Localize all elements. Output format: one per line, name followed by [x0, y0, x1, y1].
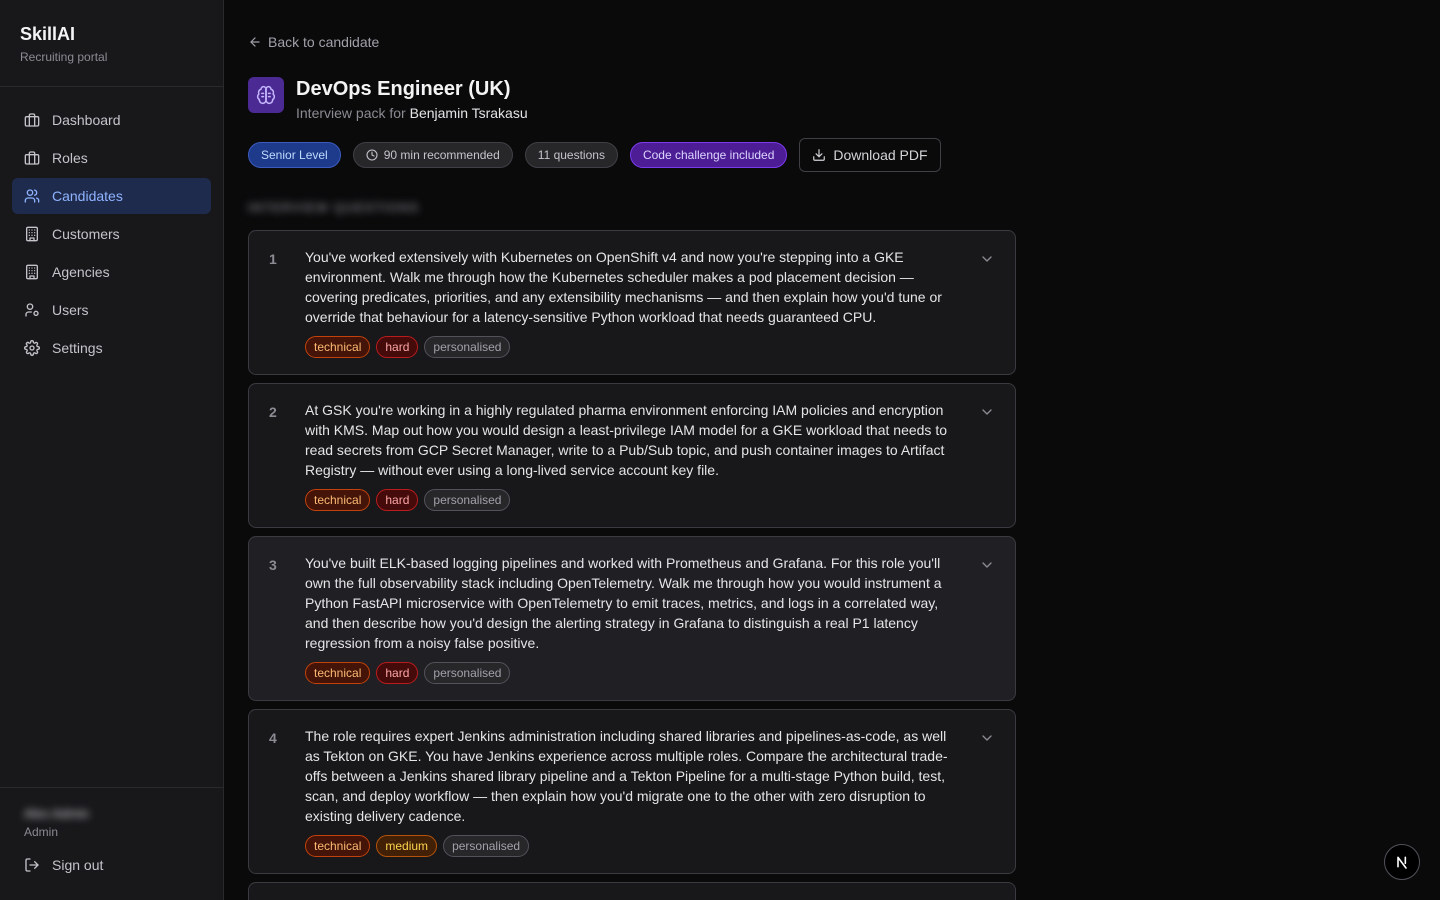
- sign-out-button[interactable]: Sign out: [24, 857, 199, 873]
- section-title: INTERVIEW QUESTIONS: [248, 200, 420, 215]
- brand-subtitle: Recruiting portal: [20, 50, 108, 64]
- sidebar-item-customers[interactable]: Customers: [12, 216, 211, 252]
- brain-icon: [248, 77, 284, 113]
- users-icon: [24, 189, 40, 203]
- question-tags: technical hard personalised: [305, 336, 959, 358]
- user-role: Admin: [24, 825, 59, 839]
- download-icon: [813, 149, 826, 161]
- brand: SkillAI Recruiting portal: [0, 0, 223, 87]
- sidebar-item-label: Settings: [52, 340, 103, 356]
- question-tags: technical medium personalised: [305, 835, 959, 857]
- tag-difficulty: medium: [376, 835, 438, 857]
- question-count-badge: 11 questions: [524, 142, 618, 168]
- question-number: 4: [269, 730, 277, 746]
- question-text: You've built ELK-based logging pipelines…: [305, 555, 942, 651]
- candidate-name: Benjamin Tsrakasu: [409, 105, 528, 121]
- sidebar-item-label: Users: [52, 302, 89, 318]
- tag-personalised: personalised: [443, 835, 530, 857]
- question-card-5[interactable]: [248, 882, 1016, 900]
- question-card-1[interactable]: 1 You've worked extensively with Kuberne…: [248, 230, 1016, 375]
- pack-badges: Senior Level 90 min recommended 11 quest…: [248, 138, 1016, 172]
- clock-icon: [366, 149, 378, 161]
- main-content: Back to candidate DevOps Engineer (UK) I…: [248, 0, 1016, 900]
- sidebar-item-settings[interactable]: Settings: [12, 330, 211, 366]
- question-number: 3: [269, 557, 277, 573]
- briefcase-icon: [24, 151, 40, 165]
- building-icon: [26, 264, 38, 280]
- chevron-down-icon[interactable]: [979, 251, 995, 267]
- sidebar-item-label: Agencies: [52, 264, 110, 280]
- tag-technical: technical: [305, 336, 371, 358]
- duration-badge: 90 min recommended: [352, 142, 513, 168]
- question-tags: technical hard personalised: [305, 489, 959, 511]
- question-list: 1 You've worked extensively with Kuberne…: [248, 230, 1016, 900]
- chevron-down-icon[interactable]: [979, 730, 995, 746]
- tag-personalised: personalised: [424, 662, 511, 684]
- question-number: 1: [269, 251, 277, 267]
- download-pdf-button[interactable]: Download PDF: [799, 138, 941, 172]
- sign-out-label: Sign out: [52, 857, 104, 873]
- duration-label: 90 min recommended: [383, 148, 500, 162]
- question-card-3[interactable]: 3 You've built ELK-based logging pipelin…: [248, 536, 1016, 701]
- sidebar-item-agencies[interactable]: Agencies: [12, 254, 211, 290]
- question-text: At GSK you're working in a highly regula…: [305, 402, 947, 478]
- tag-difficulty: hard: [376, 489, 419, 511]
- sidebar: SkillAI Recruiting portal Dashboard Role…: [0, 0, 224, 900]
- sidebar-item-dashboard[interactable]: Dashboard: [12, 102, 211, 138]
- question-text: You've worked extensively with Kubernete…: [305, 249, 942, 325]
- sidebar-item-label: Roles: [52, 150, 88, 166]
- page-title: DevOps Engineer (UK): [296, 78, 511, 100]
- sidebar-item-candidates[interactable]: Candidates: [12, 178, 211, 214]
- user-name: Alex Admin: [24, 806, 90, 821]
- tag-difficulty: hard: [376, 336, 419, 358]
- sidebar-nav: Dashboard Roles Candidates Customers Age…: [0, 87, 223, 383]
- question-card-2[interactable]: 2 At GSK you're working in a highly regu…: [248, 383, 1016, 528]
- sidebar-item-users[interactable]: Users: [12, 292, 211, 328]
- briefcase-icon: [24, 113, 40, 127]
- arrow-left-icon: [250, 37, 260, 47]
- tag-technical: technical: [305, 835, 371, 857]
- question-number: 2: [269, 404, 277, 420]
- dev-tools-button[interactable]: [1384, 844, 1420, 880]
- nextjs-logo-icon: [1397, 856, 1407, 869]
- question-tags: technical hard personalised: [305, 662, 959, 684]
- back-to-candidate-link[interactable]: Back to candidate: [248, 33, 1016, 51]
- building-icon: [26, 226, 38, 242]
- sidebar-item-roles[interactable]: Roles: [12, 140, 211, 176]
- question-card-4[interactable]: 4 The role requires expert Jenkins admin…: [248, 709, 1016, 874]
- tag-technical: technical: [305, 662, 371, 684]
- tag-technical: technical: [305, 489, 371, 511]
- level-badge: Senior Level: [248, 142, 341, 168]
- question-text: The role requires expert Jenkins adminis…: [305, 728, 948, 824]
- sidebar-item-label: Candidates: [52, 188, 123, 204]
- tag-personalised: personalised: [424, 336, 511, 358]
- page-subtitle: Interview pack for Benjamin Tsrakasu: [296, 105, 528, 121]
- tag-personalised: personalised: [424, 489, 511, 511]
- download-pdf-label: Download PDF: [833, 147, 928, 163]
- tag-difficulty: hard: [376, 662, 419, 684]
- brand-name: SkillAI: [20, 24, 76, 44]
- subtitle-prefix: Interview pack for: [296, 105, 410, 121]
- user-cog-icon: [25, 303, 39, 317]
- page-header: DevOps Engineer (UK) Interview pack for …: [248, 76, 1016, 121]
- code-challenge-badge: Code challenge included: [629, 142, 788, 168]
- back-label: Back to candidate: [268, 34, 380, 50]
- gear-icon: [24, 340, 40, 356]
- chevron-down-icon[interactable]: [979, 404, 995, 420]
- sidebar-item-label: Dashboard: [52, 112, 121, 128]
- logout-icon: [25, 858, 39, 872]
- chevron-down-icon[interactable]: [979, 557, 995, 573]
- sidebar-footer: Alex Admin Admin Sign out: [0, 787, 223, 900]
- sidebar-item-label: Customers: [52, 226, 120, 242]
